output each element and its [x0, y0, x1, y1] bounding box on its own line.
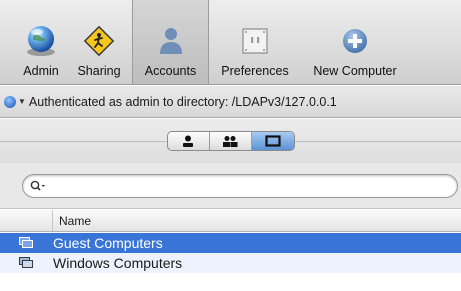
authentication-status-text: Authenticated as admin to directory: /LD…: [28, 94, 337, 109]
computer-group-icon: [19, 257, 34, 269]
search-field[interactable]: [22, 173, 458, 198]
globe-icon: [24, 24, 58, 58]
search-input[interactable]: [49, 178, 457, 193]
person-icon: [154, 24, 188, 58]
search-icon[interactable]: [30, 180, 46, 192]
list-item-label: Guest Computers: [53, 235, 163, 251]
group-icon: [223, 135, 238, 147]
list-item-label: Windows Computers: [53, 255, 183, 271]
toolbar-accounts-button[interactable]: Accounts: [132, 0, 209, 84]
account-type-bar: [0, 119, 461, 163]
name-column-header[interactable]: Name: [53, 214, 91, 228]
plus-circle-icon: [338, 24, 372, 58]
computer-group-icon: [19, 237, 34, 249]
authentication-status-bar: ▼ Authenticated as admin to directory: /…: [0, 86, 461, 118]
sharing-sign-icon: [82, 24, 116, 58]
computer-lists-segment[interactable]: [251, 132, 294, 150]
list-column-header: Name: [0, 210, 461, 232]
groups-segment[interactable]: [210, 132, 252, 150]
toolbar: Admin Sharing Accounts Preferences New C…: [0, 0, 461, 85]
toolbar-accounts-label: Accounts: [144, 64, 197, 78]
account-type-segmented-control: [166, 131, 295, 151]
list-item[interactable]: Windows Computers: [0, 253, 461, 273]
users-segment[interactable]: [168, 132, 210, 150]
toolbar-new-computer-button[interactable]: New Computer: [301, 0, 409, 84]
toolbar-new-computer-label: New Computer: [313, 64, 397, 78]
search-row: [0, 163, 461, 209]
directory-globe-icon[interactable]: [4, 95, 16, 108]
toolbar-preferences-button[interactable]: Preferences: [209, 0, 301, 84]
user-icon: [183, 135, 193, 147]
icon-column-header[interactable]: [0, 210, 53, 231]
toolbar-preferences-label: Preferences: [221, 64, 289, 78]
preferences-switch-icon: [238, 24, 272, 58]
list-item[interactable]: Guest Computers: [0, 233, 461, 253]
toolbar-admin-button[interactable]: Admin: [16, 0, 66, 84]
computer-list: Guest Computers Windows Computers: [0, 233, 461, 273]
toolbar-sharing-label: Sharing: [77, 64, 121, 78]
toolbar-admin-label: Admin: [23, 64, 59, 78]
chevron-down-icon[interactable]: ▼: [18, 97, 26, 106]
computer-list-icon: [264, 135, 281, 147]
toolbar-sharing-button[interactable]: Sharing: [66, 0, 132, 84]
